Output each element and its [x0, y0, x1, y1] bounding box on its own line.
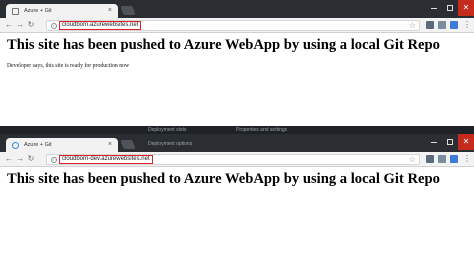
page-paragraph: Developer says, this site is ready for p…	[7, 63, 130, 69]
star-icon[interactable]: ☆	[409, 21, 416, 30]
page-icon	[12, 7, 19, 15]
bg-menu-item: Deployment slots	[148, 127, 187, 133]
close-button[interactable]: ✕	[458, 0, 474, 16]
minimize-button[interactable]	[426, 134, 442, 150]
window-controls: ✕	[426, 0, 474, 18]
star-icon[interactable]: ☆	[409, 155, 416, 164]
extension-icon[interactable]	[450, 155, 458, 163]
bg-menu-item: Properties and settings	[236, 127, 288, 133]
browser-toolbar: ← → ↻ i cloudborn.azurewebsites.net ☆ ⋮	[0, 18, 474, 33]
extension-icon[interactable]	[426, 155, 434, 163]
url-text[interactable]: cloudborn.azurewebsites.net	[59, 21, 142, 30]
page-content: This site has been pushed to Azure WebAp…	[0, 167, 474, 192]
tab-title: Azure + Git	[24, 8, 52, 14]
new-tab-button[interactable]	[120, 6, 136, 15]
maximize-button[interactable]	[442, 0, 458, 16]
address-bar[interactable]: i cloudborn.azurewebsites.net ☆	[46, 20, 420, 31]
reload-icon[interactable]: ↻	[26, 154, 36, 164]
close-button[interactable]: ✕	[458, 134, 474, 150]
extension-icon[interactable]	[450, 21, 458, 29]
page-heading: This site has been pushed to Azure WebAp…	[7, 171, 440, 187]
info-icon[interactable]: i	[51, 157, 57, 163]
extension-icon[interactable]	[426, 21, 434, 29]
maximize-button[interactable]	[442, 134, 458, 150]
reload-icon[interactable]: ↻	[26, 20, 36, 30]
extension-icon[interactable]	[438, 21, 446, 29]
globe-icon	[12, 141, 19, 149]
tab-title: Azure + Git	[24, 142, 52, 148]
browser-tab[interactable]: Azure + Git ×	[6, 138, 118, 152]
back-arrow-icon[interactable]: ←	[4, 20, 14, 30]
window-controls: ✕	[426, 134, 474, 152]
address-bar[interactable]: i cloudborn-dev.azurewebsites.net ☆	[46, 154, 420, 165]
bg-menu-item: Deployment options	[148, 141, 193, 147]
title-bar: Azure + Git × Deployment options ✕	[0, 134, 474, 152]
forward-arrow-icon[interactable]: →	[15, 154, 25, 164]
tab-close-icon[interactable]: ×	[108, 140, 112, 150]
browser-toolbar: ← → ↻ i cloudborn-dev.azurewebsites.net …	[0, 152, 474, 167]
extension-icon[interactable]	[438, 155, 446, 163]
info-icon[interactable]: i	[51, 23, 57, 29]
background-portal-strip: Deployment slots Properties and settings	[0, 126, 474, 134]
page-content: This site has been pushed to Azure WebAp…	[0, 33, 474, 73]
browser-tab[interactable]: Azure + Git ×	[6, 4, 118, 18]
tab-close-icon[interactable]: ×	[108, 6, 112, 16]
page-heading: This site has been pushed to Azure WebAp…	[7, 37, 440, 53]
new-tab-button[interactable]	[120, 140, 136, 149]
menu-dots-icon[interactable]: ⋮	[463, 153, 471, 165]
forward-arrow-icon[interactable]: →	[15, 20, 25, 30]
url-text[interactable]: cloudborn-dev.azurewebsites.net	[59, 155, 153, 164]
browser-window-dev: Azure + Git × Deployment options ✕ ← → ↻…	[0, 134, 474, 261]
menu-dots-icon[interactable]: ⋮	[463, 19, 471, 31]
back-arrow-icon[interactable]: ←	[4, 154, 14, 164]
minimize-button[interactable]	[426, 0, 442, 16]
browser-window-prod: Azure + Git × ✕ ← → ↻ i cloudborn.azurew…	[0, 0, 474, 126]
title-bar: Azure + Git × ✕	[0, 0, 474, 18]
